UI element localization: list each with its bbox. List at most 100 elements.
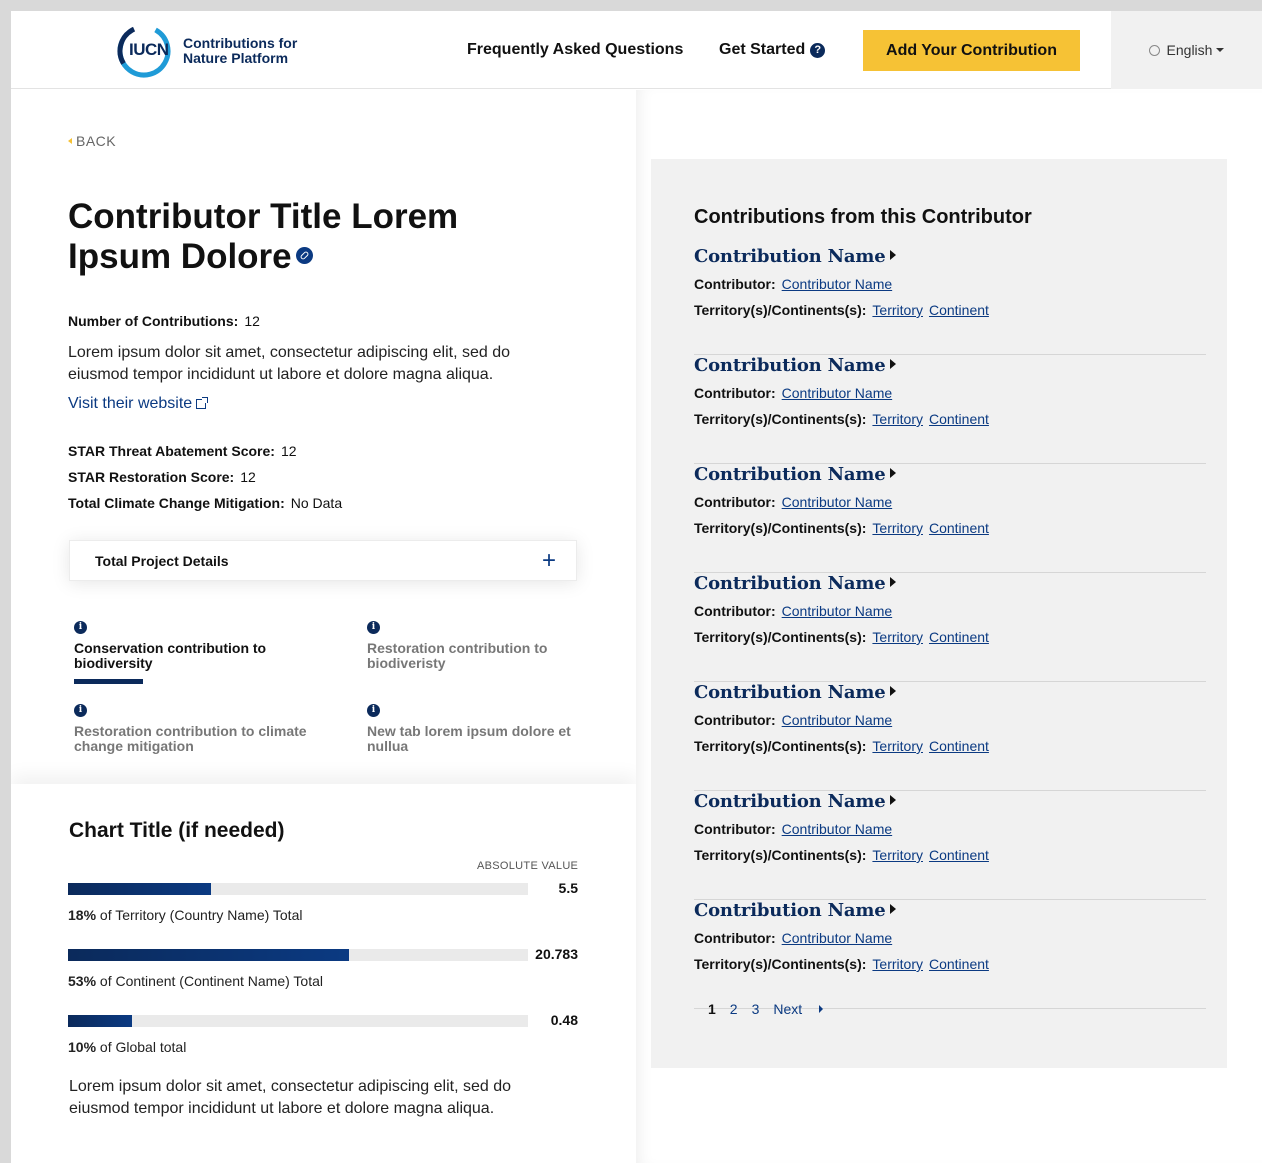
bar-caption-territory: 18% of Territory (Country Name) Total [68, 907, 302, 923]
score-label: STAR Threat Abatement Score: [68, 443, 275, 459]
tab-new-tab[interactable]: i New tab lorem ipsum dolore et nullua [367, 704, 607, 754]
chart-description: Lorem ipsum dolor sit amet, consectetur … [69, 1078, 511, 1117]
visit-website-label: Visit their website [68, 395, 193, 412]
contribution-name-link[interactable]: Contribution Name [694, 900, 897, 921]
nav-faq-link[interactable]: Frequently Asked Questions [467, 11, 683, 89]
territory-link[interactable]: Territory [872, 738, 923, 754]
chart-title: Chart Title (if needed) [69, 819, 285, 842]
territory-row: Territory(s)/Continents(s): Territory Cont… [694, 411, 995, 427]
page-current[interactable]: 1 [708, 1001, 716, 1017]
contribution-item: Contribution Name Contributor: Contributor… [694, 682, 1206, 791]
contributor-link[interactable]: Contributor Name [782, 603, 893, 619]
bar-fill [68, 1015, 133, 1027]
contribution-item: Contribution Name Contributor: Contributor… [694, 246, 1206, 355]
score-label: STAR Restoration Score: [68, 469, 235, 485]
tab-conservation-biodiversity[interactable]: i Conservation contribution to biodivers… [74, 621, 314, 684]
page-3[interactable]: 3 [752, 1001, 760, 1017]
territory-link[interactable]: Territory [872, 847, 923, 863]
tab-label: New tab lorem ipsum dolore et nullua [367, 723, 571, 754]
tab-restoration-climate[interactable]: i Restoration contribution to climate ch… [74, 704, 314, 754]
active-tab-indicator [74, 679, 143, 684]
contributor-description: Lorem ipsum dolor sit amet, consectetur … [68, 344, 510, 383]
continent-link[interactable]: Continent [929, 956, 989, 972]
page-2[interactable]: 2 [730, 1001, 738, 1017]
chevron-right-icon [890, 250, 897, 260]
contributor-label: Contributor: [694, 385, 776, 401]
tab-label: Conservation contribution to biodiversit… [74, 640, 267, 671]
contribution-name: Contribution Name [694, 682, 886, 703]
score-value: 12 [280, 443, 297, 459]
contributor-link[interactable]: Contributor Name [782, 276, 893, 292]
contribution-name: Contribution Name [694, 464, 886, 485]
bar-track-global [68, 1015, 528, 1027]
contribution-name-link[interactable]: Contribution Name [694, 682, 897, 703]
visit-website-link[interactable]: Visit their website [68, 395, 209, 413]
contributor-link[interactable]: Contributor Name [782, 494, 893, 510]
chart-panel: Chart Title (if needed) ABSOLUTE VALUE 5… [11, 784, 636, 1163]
iucn-logo[interactable]: IUCN Contributions for Nature Platform [117, 24, 323, 78]
num-contrib-label: Number of Contributions: [68, 313, 239, 329]
score-star-threat: STAR Threat Abatement Score: 12 [68, 443, 297, 459]
contributor-label: Contributor: [694, 821, 776, 837]
chevron-right-icon [890, 904, 897, 914]
continent-link[interactable]: Continent [929, 520, 989, 536]
page-title-text: Contributor Title Lorem Ipsum Dolore [68, 197, 459, 276]
nav-get-started-label: Get Started [719, 41, 806, 58]
contribution-name-link[interactable]: Contribution Name [694, 464, 897, 485]
link-icon[interactable] [295, 247, 313, 264]
bar-percent: 53% [68, 973, 97, 989]
nav-get-started-link[interactable]: Get Started ? [719, 11, 826, 89]
contribution-name: Contribution Name [694, 355, 886, 376]
contribution-name-link[interactable]: Contribution Name [694, 246, 897, 267]
tab-restoration-biodiversity[interactable]: i Restoration contribution to biodiveris… [367, 621, 607, 671]
contribution-name: Contribution Name [694, 246, 886, 267]
bar-percent: 18% [68, 907, 97, 923]
contribution-name-link[interactable]: Contribution Name [694, 791, 897, 812]
continent-link[interactable]: Continent [929, 302, 989, 318]
chevron-right-icon [890, 577, 897, 587]
contributor-link[interactable]: Contributor Name [782, 930, 893, 946]
language-selector[interactable]: English [1111, 11, 1262, 89]
tab-label: Restoration contribution to biodiveristy [367, 640, 548, 671]
contributor-label: Contributor: [694, 712, 776, 728]
bar-fill [68, 883, 211, 895]
contribution-name: Contribution Name [694, 900, 886, 921]
bar-fill [68, 949, 349, 961]
territory-link[interactable]: Territory [872, 956, 923, 972]
territory-row: Territory(s)/Continents(s): Territory Cont… [694, 302, 995, 318]
contributor-link[interactable]: Contributor Name [782, 821, 893, 837]
absolute-value-header: ABSOLUTE VALUE [477, 860, 579, 872]
continent-link[interactable]: Continent [929, 411, 989, 427]
continent-link[interactable]: Continent [929, 847, 989, 863]
bar-value: 5.5 [558, 880, 578, 896]
continent-link[interactable]: Continent [929, 629, 989, 645]
bar-value: 20.783 [535, 946, 578, 962]
contributor-link[interactable]: Contributor Name [782, 385, 893, 401]
continent-link[interactable]: Continent [929, 738, 989, 754]
bar-track-territory [68, 883, 528, 895]
territory-link[interactable]: Territory [872, 302, 923, 318]
total-project-details-accordion[interactable]: Total Project Details + [69, 540, 577, 581]
next-page-link[interactable]: Next [773, 1001, 837, 1017]
territory-link[interactable]: Territory [872, 411, 923, 427]
pagination: 1 2 3 Next [708, 1001, 851, 1017]
contributor-link[interactable]: Contributor Name [782, 712, 893, 728]
back-link[interactable]: BACK [68, 133, 116, 149]
contribution-item: Contribution Name Contributor: Contributor… [694, 900, 1206, 1009]
bar-value: 0.48 [550, 1012, 578, 1028]
score-value: 12 [240, 469, 256, 485]
logo-subtitle: Contributions for Nature Platform [183, 35, 298, 66]
territory-label: Territory(s)/Continents(s): [694, 847, 867, 863]
bar-percent: 10% [68, 1039, 97, 1055]
contribution-name-link[interactable]: Contribution Name [694, 355, 897, 376]
contribution-name-link[interactable]: Contribution Name [694, 573, 897, 594]
territory-link[interactable]: Territory [872, 629, 923, 645]
nav-faq-label: Frequently Asked Questions [467, 41, 684, 58]
contributions-title: Contributions from this Contributor [694, 206, 1032, 228]
add-contribution-button[interactable]: Add Your Contribution [863, 30, 1080, 71]
territory-link[interactable]: Territory [872, 520, 923, 536]
contribution-item: Contribution Name Contributor: Contributor… [694, 791, 1206, 900]
chevron-right-icon [890, 468, 897, 478]
bar-category: of Continent (Continent Name) Total [99, 973, 324, 989]
bar-category: of Global total [99, 1039, 187, 1055]
